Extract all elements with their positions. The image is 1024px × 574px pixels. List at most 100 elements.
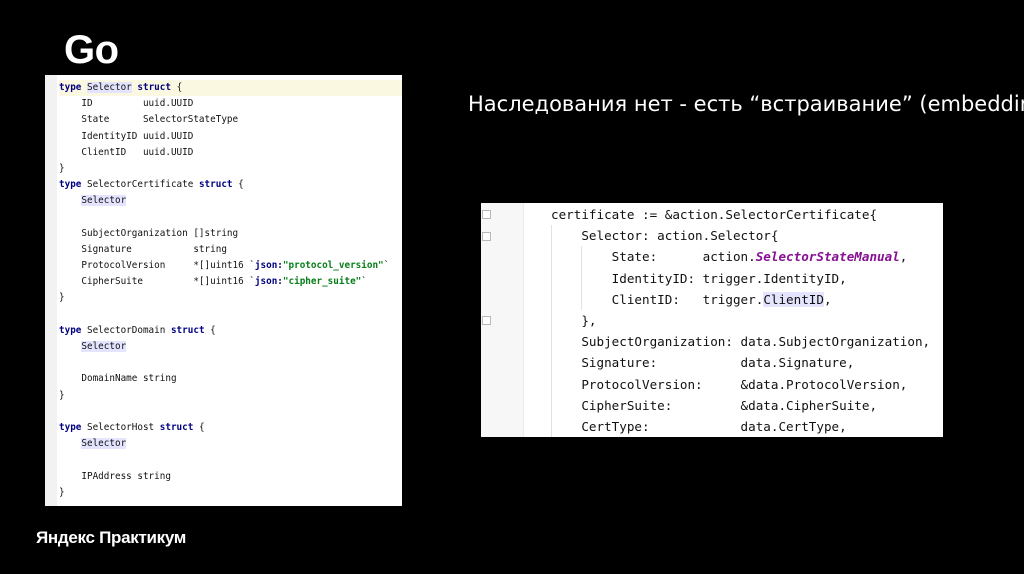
code-token: { (204, 324, 216, 336)
code-line: ProtocolVersion *[]uint16 `json:"protoco… (59, 258, 402, 274)
code-token: ClientID (763, 291, 824, 307)
editor-gutter (481, 203, 524, 437)
code-line: ProtocolVersion: &data.ProtocolVersion, (551, 374, 943, 395)
code-token: json: (254, 260, 283, 272)
code-token: Signature string (59, 243, 227, 255)
code-token: struct (198, 179, 233, 191)
code-token: Selector (81, 438, 127, 450)
code-token: }, (551, 312, 597, 328)
code-token: SelectorStateManual (755, 249, 900, 265)
fold-marker-icon[interactable] (482, 210, 491, 219)
code-token: Selector: action.Selector{ (551, 228, 779, 244)
code-line: Selector (59, 436, 402, 452)
code-line: } (59, 161, 402, 177)
fold-marker-icon[interactable] (482, 316, 491, 325)
code-line: } (59, 388, 402, 404)
fold-marker-icon[interactable] (482, 232, 491, 241)
code-token: "protocol_version" (282, 260, 384, 272)
code-token: SubjectOrganization: data.SubjectOrganiz… (551, 334, 931, 350)
code-token: Signature: data.Signature, (551, 355, 855, 371)
code-line: IPAddress string (59, 469, 402, 485)
code-token: struct (137, 82, 171, 93)
code-token: ID uuid.UUID (59, 98, 194, 110)
code-line: CertType: data.CertType, (551, 416, 943, 437)
code-line: IdentityID: trigger.IdentityID, (551, 268, 943, 289)
code-line: Signature string (59, 242, 402, 258)
code-line: }, (551, 310, 943, 331)
code-token: State SelectorStateType (59, 114, 239, 126)
code-token: IdentityID: trigger.IdentityID, (551, 270, 847, 286)
code-token: ` (383, 260, 390, 272)
code-line: SubjectOrganization: data.SubjectOrganiz… (551, 331, 943, 352)
code-token: SelectorHost (81, 421, 160, 433)
code-token: ProtocolVersion: &data.ProtocolVersion, (551, 376, 908, 392)
code-token: ClientID uuid.UUID (59, 146, 194, 158)
code-token: type (59, 179, 82, 191)
code-token: IdentityID uuid.UUID (59, 130, 194, 142)
code-token: } (59, 389, 65, 401)
code-token: Selector (81, 195, 127, 207)
code-line: certificate := &action.SelectorCertifica… (551, 204, 943, 225)
code-line: CipherSuite *[]uint16 `json:"cipher_suit… (59, 274, 402, 290)
code-token: { (232, 179, 244, 191)
code-line: Signature: data.Signature, (551, 352, 943, 373)
code-token: json: (254, 276, 283, 288)
code-token: { (170, 82, 183, 93)
code-line: Selector: action.Selector{ (551, 225, 943, 246)
code-line: Selector (59, 193, 402, 209)
code-token: CipherSuite: &data.CipherSuite, (551, 397, 878, 413)
code-line: type SelectorDomain struct { (59, 323, 402, 339)
code-line: ClientID uuid.UUID (59, 145, 402, 161)
code-line: IdentityID uuid.UUID (59, 129, 402, 145)
struct-definitions-code-panel: type Selector struct { ID uuid.UUID Stat… (45, 75, 402, 506)
code-token: Selector (81, 341, 127, 352)
code-line: CipherSuite: &data.CipherSuite, (551, 395, 943, 416)
code-line: State: action.SelectorStateManual, (551, 246, 943, 267)
struct-literal-code-panel: certificate := &action.SelectorCertifica… (481, 203, 943, 437)
code-token: SelectorDomain (81, 324, 171, 336)
code-token: } (59, 292, 65, 304)
code-token: SelectorCertificate (81, 179, 199, 191)
code-line: type SelectorHost struct { (59, 420, 402, 436)
code-token: type (59, 82, 82, 93)
code-block: type Selector struct { ID uuid.UUID Stat… (59, 80, 402, 501)
code-token: struct (159, 421, 194, 433)
code-token: type (59, 324, 82, 336)
code-line: DomainName string (59, 371, 402, 387)
code-line: } (59, 290, 402, 306)
code-token: ProtocolVersion *[]uint16 ` (59, 260, 255, 272)
code-token: "cipher_suite" (282, 276, 362, 288)
code-token: , (823, 291, 832, 307)
code-line: type Selector struct { (59, 80, 402, 97)
code-token: IPAddress string (59, 470, 171, 482)
slide-subtitle: Наследования нет - есть “встраивание” (e… (468, 92, 1024, 116)
code-line: type SelectorCertificate struct { (59, 177, 402, 193)
editor-gutter (45, 75, 57, 506)
code-line: SubjectOrganization []string (59, 226, 402, 242)
code-token: } (59, 162, 65, 174)
code-token: { (193, 421, 205, 433)
code-line: State SelectorStateType (59, 112, 402, 128)
code-token: CipherSuite *[]uint16 ` (59, 276, 255, 288)
code-token: ` (361, 276, 367, 288)
code-token: SubjectOrganization []string (59, 227, 239, 239)
code-line: ClientID: trigger.ClientID, (551, 289, 943, 310)
slide-title: Go (64, 28, 119, 72)
code-token: certificate := &action.SelectorCertifica… (551, 207, 878, 222)
code-token: Selector (87, 82, 132, 93)
code-token: State: action. (551, 249, 756, 265)
code-token: type (59, 421, 82, 433)
code-line: ID uuid.UUID (59, 96, 402, 112)
code-token: CertType: data.CertType, (551, 418, 847, 434)
code-line: Selector (59, 339, 402, 355)
code-token: ClientID: trigger. (551, 291, 764, 307)
code-token: struct (170, 324, 205, 336)
